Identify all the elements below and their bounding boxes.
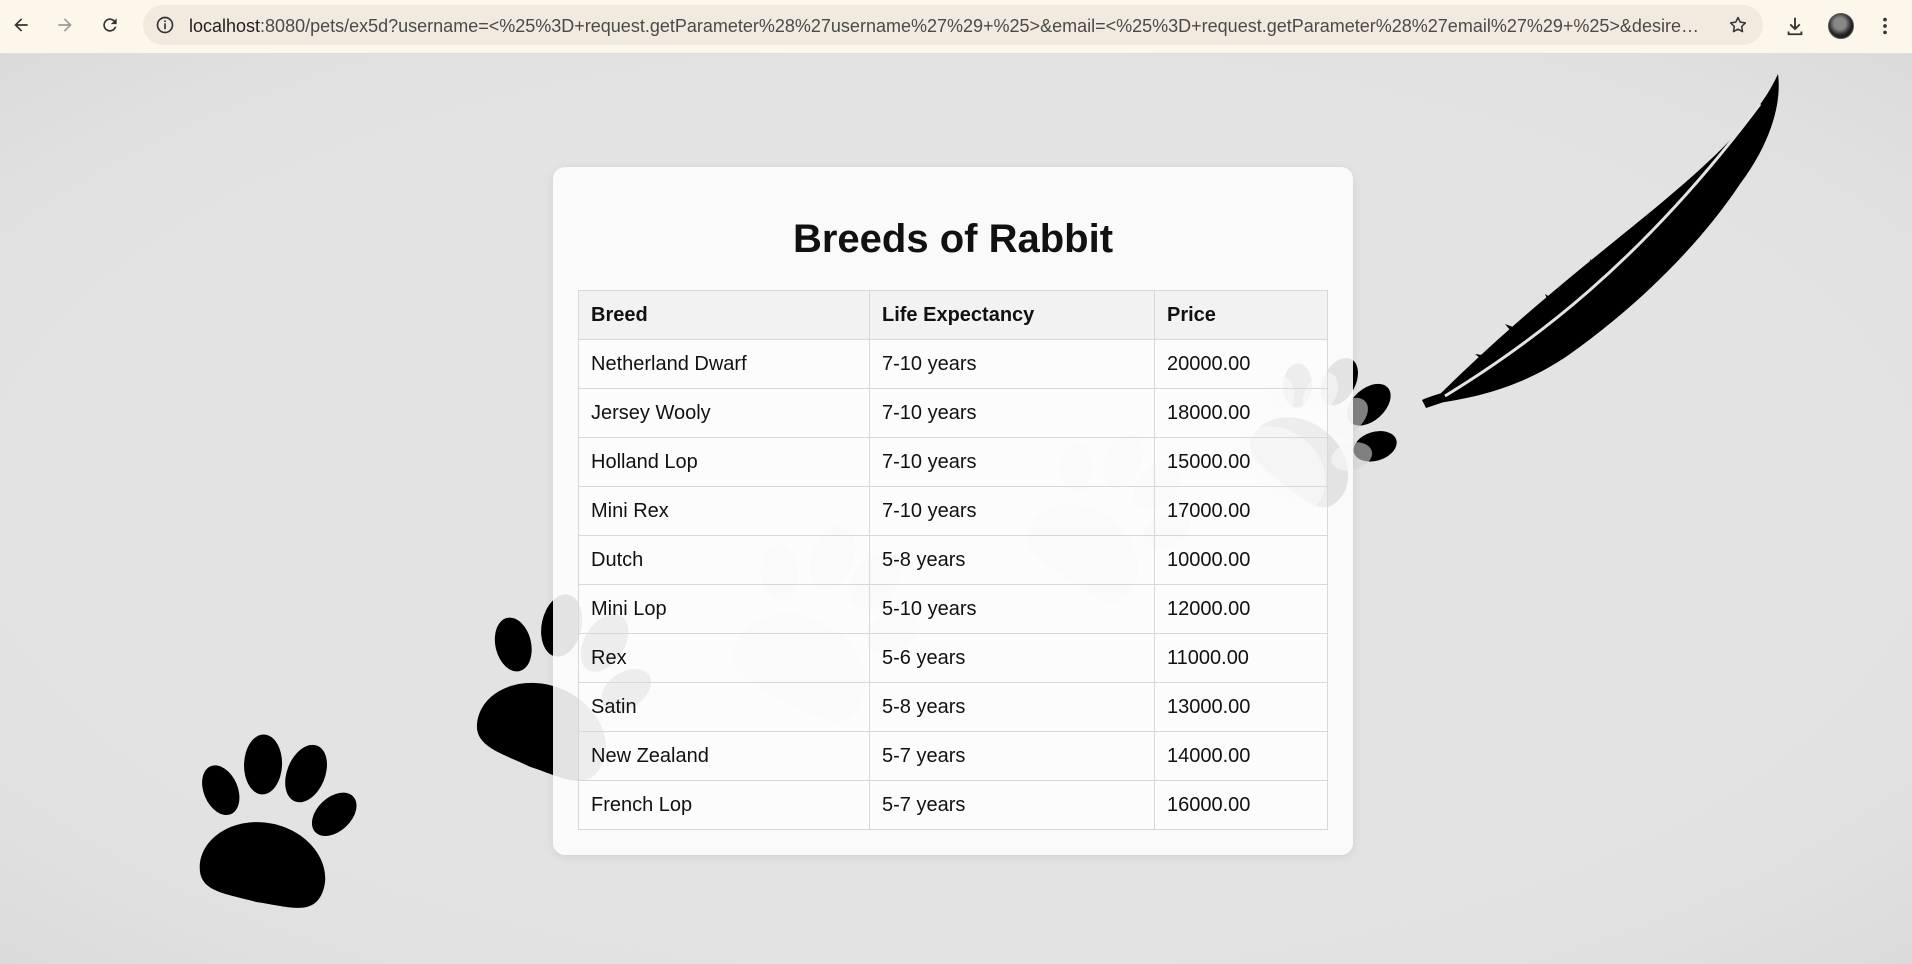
price-cell: 16000.00: [1154, 780, 1328, 830]
column-header-life-expectancy: Life Expectancy: [869, 290, 1155, 340]
browser-toolbar: localhost:8080/pets/ex5d?username=<%25%3…: [0, 0, 1912, 54]
breed-cell: Rex: [578, 633, 870, 683]
life-expectancy-cell: 5-7 years: [869, 780, 1155, 830]
table-row: Dutch 5-8 years 10000.00: [578, 535, 1328, 585]
breed-cell: Mini Rex: [578, 486, 870, 536]
price-cell: 14000.00: [1154, 731, 1328, 781]
url-path: :8080/pets/ex5d?username=<%25%3D+request…: [260, 16, 1699, 36]
breed-cell: New Zealand: [578, 731, 870, 781]
price-cell: 11000.00: [1154, 633, 1328, 683]
reload-button[interactable]: [92, 7, 128, 43]
breed-cell: Satin: [578, 682, 870, 732]
breed-cell: French Lop: [578, 780, 870, 830]
download-icon: [1787, 17, 1803, 36]
table-row: Satin 5-8 years 13000.00: [578, 682, 1328, 732]
life-expectancy-cell: 7-10 years: [869, 486, 1155, 536]
downloads-button[interactable]: [1779, 10, 1811, 42]
site-info-icon[interactable]: [153, 13, 177, 37]
table-row: Jersey Wooly 7-10 years 18000.00: [578, 388, 1328, 438]
breed-cell: Jersey Wooly: [578, 388, 870, 438]
price-cell: 12000.00: [1154, 584, 1328, 634]
life-expectancy-cell: 5-6 years: [869, 633, 1155, 683]
table-row: Mini Rex 7-10 years 17000.00: [578, 486, 1328, 536]
life-expectancy-cell: 7-10 years: [869, 437, 1155, 487]
table-header-row: Breed Life Expectancy Price: [578, 290, 1328, 340]
breed-cell: Dutch: [578, 535, 870, 585]
life-expectancy-cell: 7-10 years: [869, 339, 1155, 389]
back-button[interactable]: [3, 7, 39, 43]
life-expectancy-cell: 5-7 years: [869, 731, 1155, 781]
table-row: Mini Lop 5-10 years 12000.00: [578, 584, 1328, 634]
profile-button[interactable]: [1825, 10, 1857, 42]
table-row: New Zealand 5-7 years 14000.00: [578, 731, 1328, 781]
address-bar[interactable]: localhost:8080/pets/ex5d?username=<%25%3…: [143, 5, 1763, 45]
breeds-table: Breed Life Expectancy Price Netherland D…: [578, 290, 1328, 830]
url-text[interactable]: localhost:8080/pets/ex5d?username=<%25%3…: [189, 16, 1699, 37]
arrow-right-icon: [58, 18, 72, 32]
reload-icon: [103, 18, 117, 32]
breeds-card: Breeds of Rabbit Breed Life Expectancy P…: [553, 167, 1353, 855]
bookmark-star-icon[interactable]: [1727, 14, 1749, 36]
price-cell: 15000.00: [1154, 437, 1328, 487]
table-row: Netherland Dwarf 7-10 years 20000.00: [578, 339, 1328, 389]
table-row: Holland Lop 7-10 years 15000.00: [578, 437, 1328, 487]
life-expectancy-cell: 7-10 years: [869, 388, 1155, 438]
breed-cell: Holland Lop: [578, 437, 870, 487]
price-cell: 10000.00: [1154, 535, 1328, 585]
arrow-left-icon: [14, 18, 28, 32]
forward-button[interactable]: [47, 7, 83, 43]
page-title: Breeds of Rabbit: [792, 217, 1114, 261]
more-vertical-icon: [1883, 17, 1887, 35]
breed-cell: Netherland Dwarf: [578, 339, 870, 389]
price-cell: 20000.00: [1154, 339, 1328, 389]
url-host: localhost: [189, 16, 261, 36]
price-cell: 13000.00: [1154, 682, 1328, 732]
table-row: French Lop 5-7 years 16000.00: [578, 780, 1328, 830]
avatar: [1828, 13, 1854, 39]
price-cell: 17000.00: [1154, 486, 1328, 536]
life-expectancy-cell: 5-8 years: [869, 682, 1155, 732]
price-cell: 18000.00: [1154, 388, 1328, 438]
life-expectancy-cell: 5-8 years: [869, 535, 1155, 585]
column-header-price: Price: [1154, 290, 1328, 340]
column-header-breed: Breed: [578, 290, 870, 340]
life-expectancy-cell: 5-10 years: [869, 584, 1155, 634]
breed-cell: Mini Lop: [578, 584, 870, 634]
browser-menu-button[interactable]: [1869, 10, 1901, 42]
table-row: Rex 5-6 years 11000.00: [578, 633, 1328, 683]
